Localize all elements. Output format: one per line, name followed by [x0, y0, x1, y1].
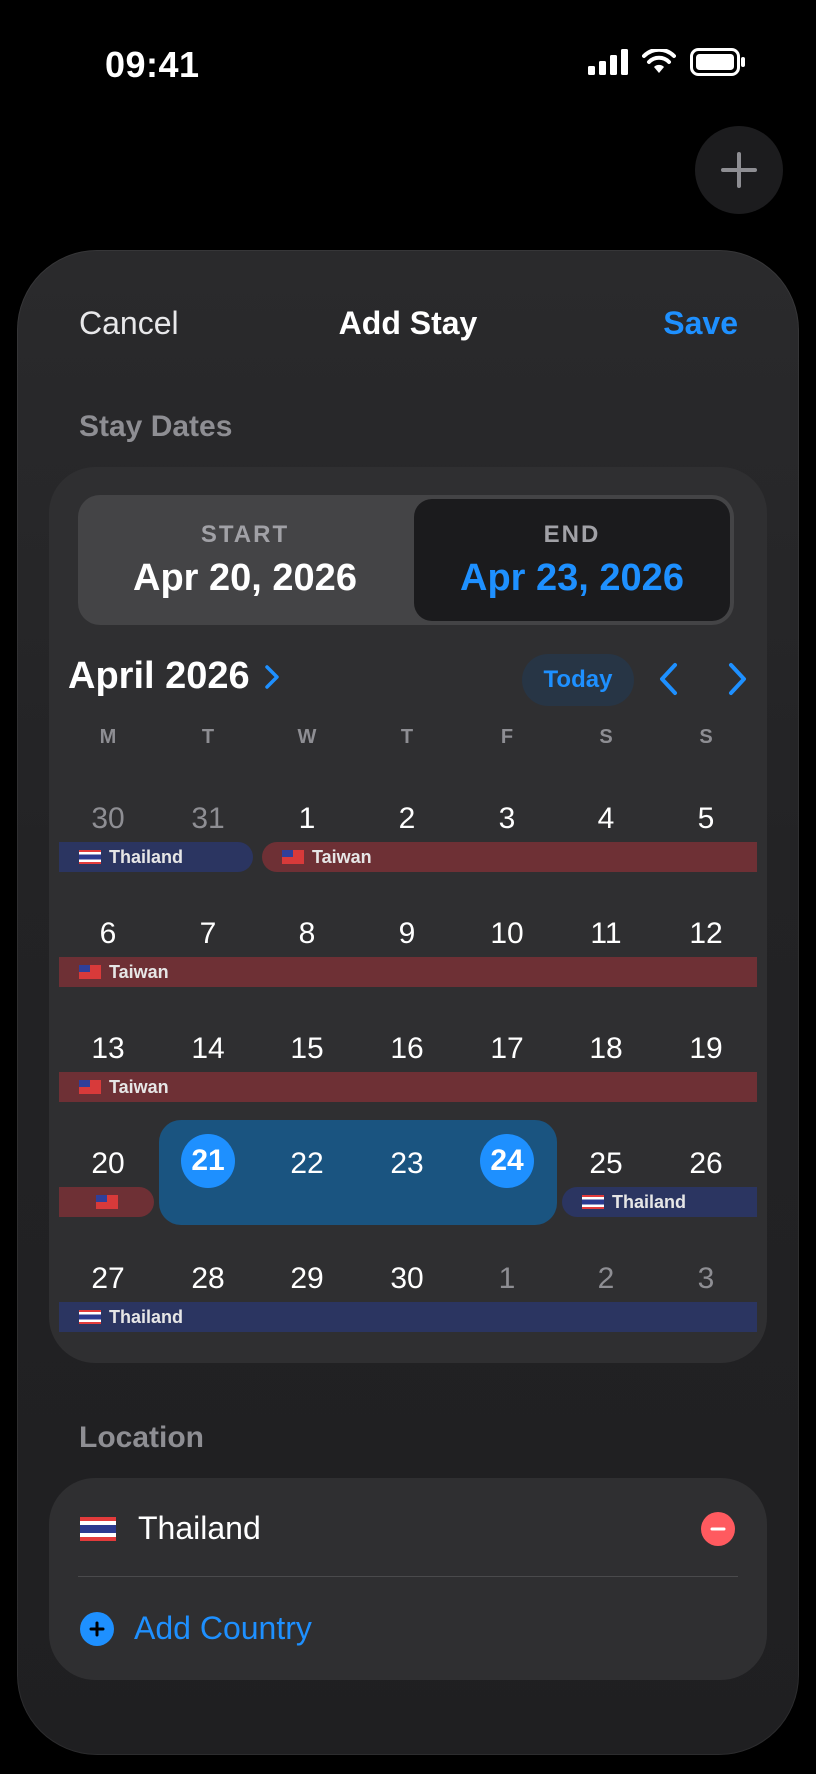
thailand-flag-icon: [80, 1516, 116, 1541]
calendar-day[interactable]: 1: [262, 802, 352, 836]
stay-bar-thailand[interactable]: Thailand: [562, 1187, 757, 1217]
remove-country-button[interactable]: [701, 1512, 735, 1546]
wifi-icon: [642, 49, 676, 73]
taiwan-flag-icon: [95, 1195, 118, 1209]
calendar-day[interactable]: 28: [163, 1262, 253, 1296]
start-date-value: Apr 20, 2026: [133, 557, 357, 599]
calendar-day[interactable]: 13: [63, 1032, 153, 1066]
calendar-day[interactable]: 14: [163, 1032, 253, 1066]
calendar-day[interactable]: 10: [462, 917, 552, 951]
status-time: 09:41: [105, 44, 200, 85]
calendar-day[interactable]: 11: [561, 917, 651, 951]
minus-icon: [710, 1527, 726, 1531]
location-label: Location: [79, 1421, 204, 1454]
stay-bar-label: Taiwan: [109, 1076, 169, 1097]
weekday-header: F: [500, 726, 514, 748]
calendar-day-selected-start[interactable]: 21: [181, 1134, 235, 1188]
add-country-label: Add Country: [134, 1610, 312, 1646]
weekday-header: T: [201, 726, 215, 748]
calendar-day[interactable]: 20: [63, 1147, 153, 1181]
end-caption: END: [543, 521, 601, 548]
add-stay-fab-button[interactable]: [695, 126, 783, 214]
start-caption: START: [200, 521, 290, 548]
start-date-button[interactable]: START Apr 20, 2026: [78, 495, 412, 625]
calendar-day[interactable]: 23: [362, 1147, 452, 1181]
calendar-day[interactable]: 26: [661, 1147, 751, 1181]
location-divider: [78, 1576, 738, 1577]
calendar-day[interactable]: 7: [163, 917, 253, 951]
stay-bar-label: Thailand: [109, 1306, 184, 1327]
stay-bar-label: Taiwan: [312, 846, 372, 867]
stay-bar-taiwan[interactable]: Taiwan: [262, 842, 757, 872]
next-month-icon[interactable]: [725, 662, 749, 696]
taiwan-flag-icon: [282, 850, 304, 864]
calendar-day[interactable]: 31: [163, 802, 253, 836]
calendar-day[interactable]: 30: [362, 1262, 452, 1296]
calendar-day[interactable]: 3: [661, 1262, 751, 1296]
chevron-right-icon: [264, 664, 279, 689]
weekday-header: S: [599, 726, 613, 748]
end-date-button[interactable]: END Apr 23, 2026: [414, 499, 730, 621]
stay-bar-taiwan[interactable]: Taiwan: [59, 957, 757, 987]
save-button[interactable]: Save: [663, 305, 738, 342]
calendar-day[interactable]: 5: [661, 802, 751, 836]
calendar-day[interactable]: 30: [63, 802, 153, 836]
location-row[interactable]: Thailand: [80, 1510, 261, 1547]
add-country-button[interactable]: Add Country: [80, 1610, 312, 1647]
stay-bar-thailand[interactable]: Thailand: [59, 842, 253, 872]
thailand-flag-icon: [79, 1310, 101, 1324]
plus-icon: [721, 152, 757, 188]
calendar-day-selected-end[interactable]: 24: [480, 1134, 534, 1188]
thailand-flag-icon: [582, 1195, 604, 1209]
calendar-day[interactable]: 18: [561, 1032, 651, 1066]
weekday-header: T: [400, 726, 414, 748]
stay-bar-thailand[interactable]: Thailand: [59, 1302, 757, 1332]
status-icons: [588, 48, 746, 76]
stay-bar-taiwan[interactable]: Taiwan: [59, 1072, 757, 1102]
calendar-day[interactable]: 25: [561, 1147, 651, 1181]
calendar-day[interactable]: 19: [661, 1032, 751, 1066]
taiwan-flag-icon: [79, 1080, 101, 1094]
month-title: April 2026: [68, 655, 250, 697]
stay-bar-taiwan[interactable]: [59, 1187, 154, 1217]
calendar-day[interactable]: 16: [362, 1032, 452, 1066]
calendar-day[interactable]: 2: [561, 1262, 651, 1296]
weekday-header: S: [699, 726, 713, 748]
weekday-header: W: [297, 726, 317, 748]
calendar-day[interactable]: 1: [462, 1262, 552, 1296]
date-range-segment: START Apr 20, 2026 END Apr 23, 2026: [78, 495, 734, 625]
location-country: Thailand: [138, 1510, 261, 1546]
calendar-day[interactable]: 17: [462, 1032, 552, 1066]
battery-icon: [690, 48, 745, 76]
taiwan-flag-icon: [79, 965, 101, 979]
stay-dates-label: Stay Dates: [79, 410, 233, 443]
calendar-day[interactable]: 15: [262, 1032, 352, 1066]
location-card: [49, 1478, 767, 1680]
previous-month-icon[interactable]: [657, 662, 681, 696]
cellular-signal-icon: [588, 49, 628, 75]
stay-bar-label: Thailand: [109, 846, 184, 867]
end-date-value: Apr 23, 2026: [460, 557, 684, 599]
calendar-day[interactable]: 2: [362, 802, 452, 836]
stay-bar-label: Thailand: [612, 1191, 687, 1212]
weekday-header: M: [99, 726, 117, 748]
thailand-flag-icon: [79, 850, 101, 864]
calendar-day[interactable]: 6: [63, 917, 153, 951]
today-button[interactable]: Today: [522, 654, 634, 706]
calendar-day[interactable]: 27: [63, 1262, 153, 1296]
calendar-day[interactable]: 29: [262, 1262, 352, 1296]
calendar-day[interactable]: 8: [262, 917, 352, 951]
calendar-day[interactable]: 9: [362, 917, 452, 951]
stay-bar-label: Taiwan: [109, 961, 169, 982]
month-picker-button[interactable]: April 2026: [68, 655, 280, 698]
calendar-day[interactable]: 4: [561, 802, 651, 836]
plus-circle-icon: [80, 1611, 114, 1646]
calendar-day[interactable]: 3: [462, 802, 552, 836]
calendar-day[interactable]: 22: [262, 1147, 352, 1181]
calendar-day[interactable]: 12: [661, 917, 751, 951]
